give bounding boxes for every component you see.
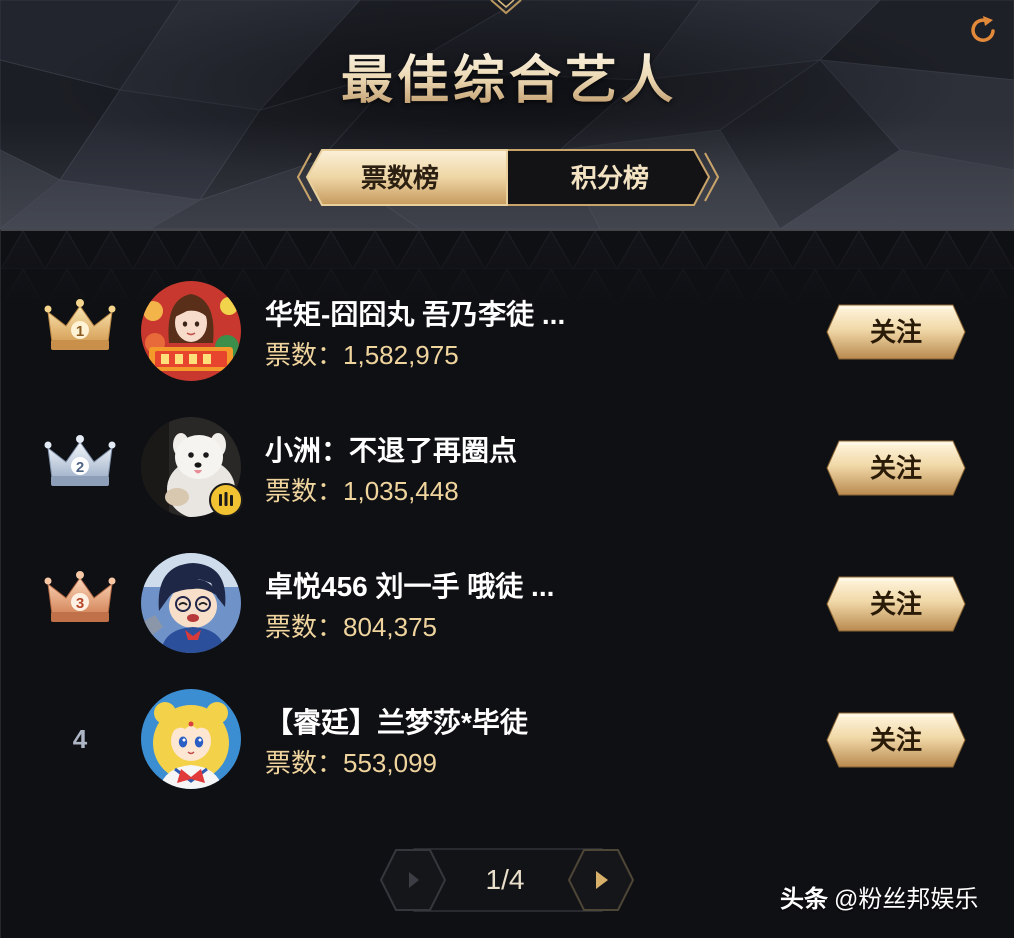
- artist-name[interactable]: 【睿廷】兰梦莎*毕徒: [265, 703, 528, 743]
- follow-button[interactable]: 关注: [826, 440, 966, 496]
- header: 最佳综合艺人 票数榜 积分榜: [0, 0, 1014, 229]
- vote-count: 票数：1,582,975: [265, 336, 459, 374]
- page-indicator: 1/4: [485, 864, 525, 895]
- ranking-row: 1 华矩-囧囧丸 吾乃李徒 ... 票数：1,582,975 关注: [0, 263, 1014, 399]
- follow-label: 关注: [869, 725, 922, 755]
- avatar[interactable]: [141, 689, 241, 789]
- tab-points-label: 积分榜: [570, 163, 649, 193]
- rank-number: 1: [76, 323, 84, 340]
- avatar[interactable]: [141, 553, 241, 653]
- votes-value: 804,375: [343, 612, 437, 642]
- artist-name[interactable]: 华矩-囧囧丸 吾乃李徒 ...: [265, 295, 565, 335]
- votes-value: 1,582,975: [343, 340, 459, 370]
- pagination: 1/4: [378, 846, 638, 914]
- follow-label: 关注: [869, 589, 922, 619]
- follow-button[interactable]: 关注: [826, 576, 966, 632]
- votes-label: 票数：: [265, 476, 344, 506]
- follow-label: 关注: [869, 317, 922, 347]
- votes-value: 553,099: [343, 748, 437, 778]
- votes-label: 票数：: [265, 748, 344, 778]
- follow-button[interactable]: 关注: [826, 304, 966, 360]
- ranking-row: 4 【睿廷】兰梦莎*毕徒 票数：553,099 关注: [0, 671, 1014, 807]
- vote-count: 票数：553,099: [265, 744, 437, 782]
- silver-crown-icon: 2: [44, 432, 116, 490]
- rank-number: 3: [76, 595, 84, 612]
- diamond-ornament-icon: [490, 0, 522, 15]
- follow-label: 关注: [869, 453, 922, 483]
- tab-points[interactable]: 积分榜: [507, 150, 713, 206]
- ranking-row: 3 卓悦456 刘一手 哦徒 ... 票数：804,375 关注: [0, 535, 1014, 671]
- watermark: 头条 @粉丝邦娱乐: [780, 883, 978, 917]
- votes-label: 票数：: [265, 340, 344, 370]
- artist-name[interactable]: 小洲：不退了再圈点: [265, 431, 517, 471]
- vote-count: 票数：804,375: [265, 608, 437, 646]
- votes-label: 票数：: [265, 612, 344, 642]
- watermark-platform: 头条: [780, 886, 828, 913]
- refresh-icon[interactable]: [968, 14, 1000, 46]
- rank-number: 4: [72, 724, 88, 754]
- gold-crown-icon: 1: [44, 296, 116, 354]
- bronze-crown-icon: 3: [44, 568, 116, 626]
- page-title: 最佳综合艺人: [0, 49, 1014, 113]
- votes-value: 1,035,448: [343, 476, 459, 506]
- ranking-row: 2 小洲：不退了再圈点 票数：1,035,448 关注: [0, 399, 1014, 535]
- avatar[interactable]: [141, 281, 241, 381]
- watermark-account: @粉丝邦娱乐: [834, 886, 979, 913]
- tab-votes[interactable]: 票数榜: [305, 150, 507, 206]
- rank-number: 2: [76, 459, 84, 476]
- artist-name[interactable]: 卓悦456 刘一手 哦徒 ...: [265, 567, 554, 607]
- follow-button[interactable]: 关注: [826, 712, 966, 768]
- tab-votes-label: 票数榜: [360, 163, 439, 193]
- vote-count: 票数：1,035,448: [265, 472, 459, 510]
- audio-bars-badge-icon: [209, 483, 243, 517]
